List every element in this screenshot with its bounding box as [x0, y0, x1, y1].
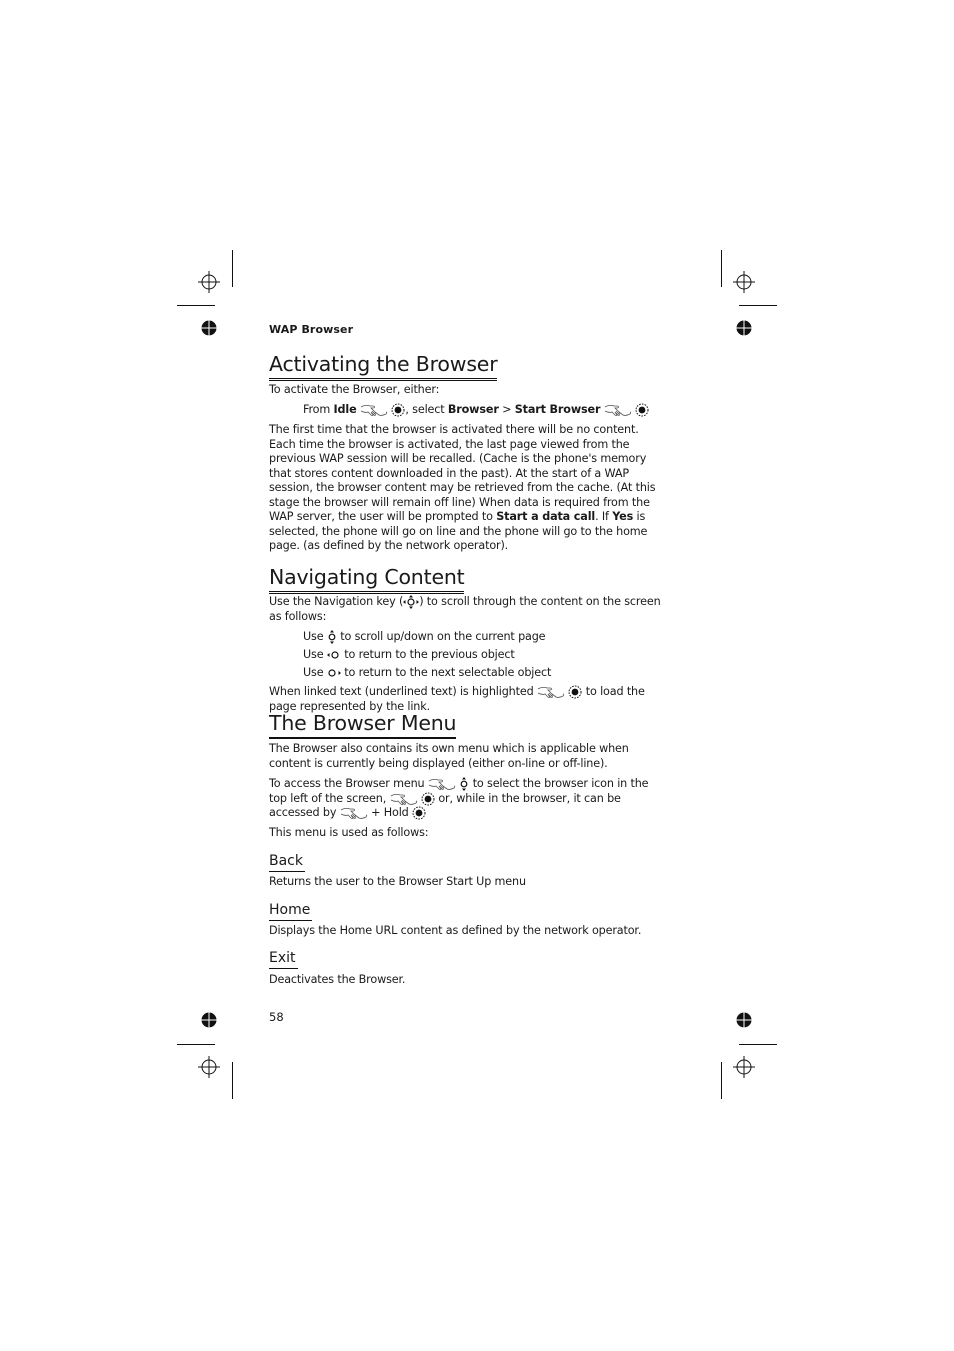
- hand-press-icon: [604, 403, 632, 417]
- page-number: 58: [269, 1010, 284, 1024]
- crop-line: [721, 250, 722, 287]
- select-key-icon: [421, 792, 435, 806]
- crop-line: [232, 250, 233, 287]
- hand-press-icon: [360, 403, 388, 417]
- activating-body: The first time that the browser is activ…: [269, 423, 656, 552]
- registration-target-icon: [198, 1056, 220, 1078]
- select-key-icon: [391, 403, 405, 417]
- navigation-key-icon: [403, 595, 419, 609]
- menu-body: The Browser also contains its own menu w…: [269, 742, 629, 770]
- nav-item: Use to return to the previous object: [303, 648, 515, 661]
- activating-step: From Idle , select Browser > Start Brows…: [303, 403, 663, 418]
- crop-line: [721, 1062, 722, 1099]
- registration-target-icon: [733, 1056, 755, 1078]
- crop-line: [177, 305, 215, 306]
- registration-dot-icon: [736, 320, 752, 336]
- select-key-icon: [568, 685, 582, 699]
- menu-usage: This menu is used as follows:: [269, 826, 429, 839]
- crop-line: [739, 1044, 777, 1045]
- section-title-activating: Activating the Browser: [269, 352, 498, 381]
- nav-item: Use to return to the next selectable obj…: [303, 666, 552, 679]
- nav-up-down-icon: [327, 630, 337, 644]
- menu-option-title-home: Home: [269, 902, 313, 921]
- crop-line: [739, 305, 777, 306]
- section-title-navigating: Navigating Content: [269, 565, 465, 594]
- nav-right-icon: [327, 668, 341, 678]
- menu-access: To access the Browser menu to select the…: [269, 777, 649, 820]
- registration-dot-icon: [736, 1012, 752, 1028]
- crop-line: [232, 1062, 233, 1099]
- hand-press-icon: [390, 792, 418, 806]
- menu-option-desc-back: Returns the user to the Browser Start Up…: [269, 875, 526, 888]
- menu-option-title-exit: Exit: [269, 950, 298, 969]
- registration-target-icon: [733, 271, 755, 293]
- navigating-intro: Use the Navigation key () to scroll thro…: [269, 595, 661, 623]
- select-key-icon: [412, 806, 426, 820]
- nav-up-down-icon: [459, 777, 469, 791]
- registration-dot-icon: [201, 320, 217, 336]
- nav-left-icon: [327, 650, 341, 660]
- menu-option-title-back: Back: [269, 853, 305, 872]
- select-key-icon: [635, 403, 649, 417]
- nav-item: Use to scroll up/down on the current pag…: [303, 630, 546, 644]
- registration-dot-icon: [201, 1012, 217, 1028]
- crop-line: [177, 1044, 215, 1045]
- hand-press-icon: [340, 806, 368, 820]
- navigating-linked-text: When linked text (underlined text) is hi…: [269, 685, 645, 713]
- section-title-menu: The Browser Menu: [269, 711, 457, 739]
- registration-target-icon: [198, 271, 220, 293]
- activating-intro: To activate the Browser, either:: [269, 383, 440, 396]
- running-head: WAP Browser: [269, 323, 354, 336]
- menu-option-desc-exit: Deactivates the Browser.: [269, 973, 406, 986]
- hand-press-icon: [537, 685, 565, 699]
- menu-option-desc-home: Displays the Home URL content as defined…: [269, 924, 642, 937]
- hand-press-icon: [428, 777, 456, 791]
